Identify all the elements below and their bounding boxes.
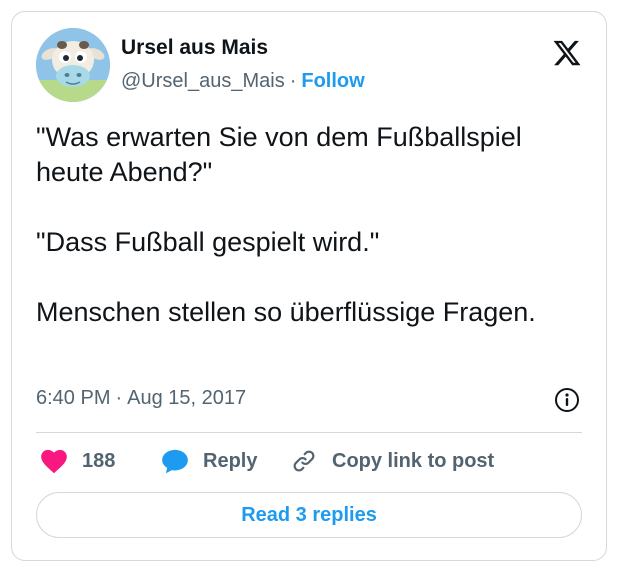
- link-icon: [293, 450, 315, 472]
- x-logo-icon[interactable]: [552, 38, 582, 68]
- tweet-date: Aug 15, 2017: [127, 387, 247, 409]
- heart-icon: [41, 449, 67, 474]
- tweet-paragraph: "Dass Fußball gespielt wird.": [36, 227, 380, 257]
- info-icon[interactable]: [554, 387, 580, 413]
- author-name[interactable]: Ursel aus Mais: [121, 36, 268, 60]
- tweet-paragraph: Menschen stellen so überflüssige Fragen.: [36, 297, 536, 327]
- handle-separator: ·: [289, 70, 297, 92]
- timestamp-separator: ·: [115, 387, 123, 409]
- tweet-time: 6:40 PM: [36, 387, 111, 409]
- tweet-paragraph: "Was erwarten Sie von dem Fußballspiel h…: [36, 122, 522, 187]
- tweet-timestamp[interactable]: 6:40 PM · Aug 15, 2017: [36, 387, 246, 410]
- avatar[interactable]: [36, 28, 110, 102]
- tweet-text: "Was erwarten Sie von dem Fußballspiel h…: [36, 120, 586, 330]
- reply-label: Reply: [203, 449, 258, 472]
- handle-row: @Ursel_aus_Mais · Follow: [121, 70, 365, 93]
- reply-button[interactable]: Reply: [161, 447, 257, 475]
- copy-link-button[interactable]: Copy link to post: [290, 447, 494, 475]
- copy-link-label: Copy link to post: [332, 449, 495, 472]
- reply-bubble-icon: [162, 449, 188, 474]
- like-count: 188: [82, 449, 116, 472]
- like-button[interactable]: 188: [40, 447, 115, 475]
- read-replies-button[interactable]: Read 3 replies: [36, 492, 582, 538]
- author-handle[interactable]: @Ursel_aus_Mais: [121, 70, 285, 92]
- tweet-card: Ursel aus Mais @Ursel_aus_Mais · Follow "W…: [11, 11, 607, 561]
- divider: [36, 432, 582, 433]
- follow-button[interactable]: Follow: [301, 70, 364, 92]
- cow-avatar-icon: [36, 28, 110, 102]
